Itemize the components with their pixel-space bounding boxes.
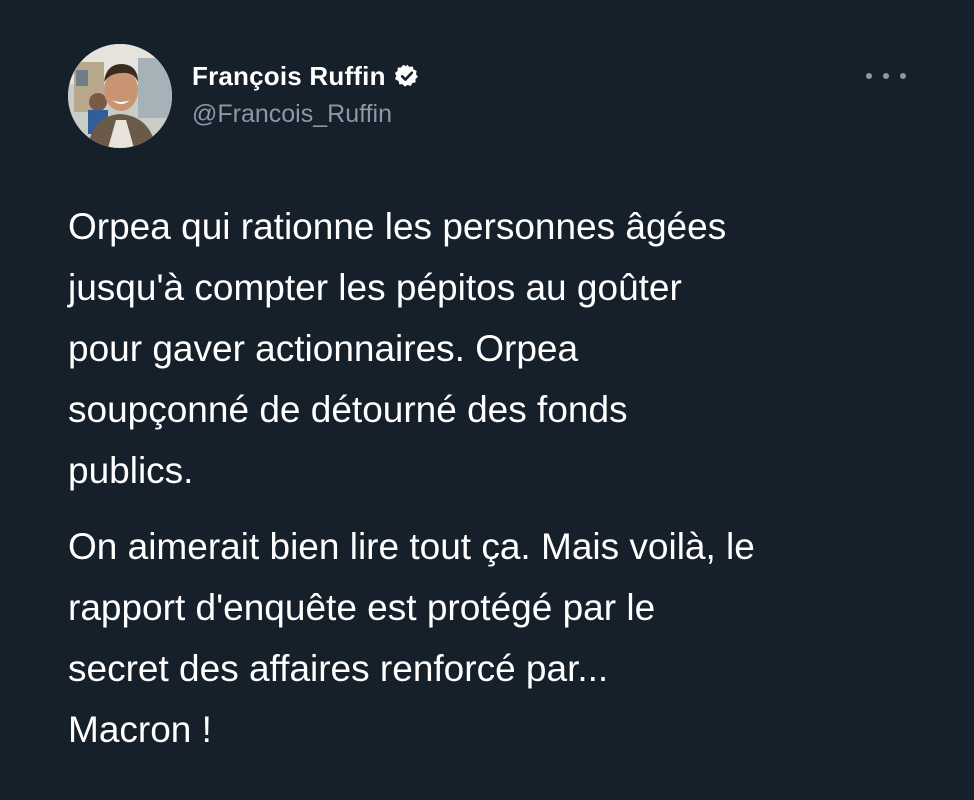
author-info: François Ruffin @Francois_Ruffin [192, 60, 420, 129]
verified-badge-icon [394, 63, 420, 89]
tweet-line: publics. [68, 450, 194, 491]
name-row: François Ruffin [192, 60, 420, 92]
tweet-line: secret des affaires renforcé par... [68, 648, 609, 689]
more-dot [866, 73, 872, 79]
tweet-line: rapport d'enquête est protégé par le [68, 587, 656, 628]
tweet-paragraph: On aimerait bien lire tout ça. Mais voil… [68, 516, 928, 760]
more-dot [883, 73, 889, 79]
tweet-header: François Ruffin @Francois_Ruffin [68, 44, 914, 148]
tweet-line: soupçonné de détourné des fonds [68, 389, 628, 430]
tweet-line: jusqu'à compter les pépitos au goûter [68, 267, 682, 308]
tweet-paragraph: Orpea qui rationne les personnes âgées j… [68, 196, 928, 501]
tweet-line: Orpea qui rationne les personnes âgées [68, 206, 727, 247]
tweet-line: pour gaver actionnaires. Orpea [68, 328, 579, 369]
avatar[interactable] [68, 44, 172, 148]
tweet-text: Orpea qui rationne les personnes âgées j… [68, 196, 928, 760]
profile-photo-icon [68, 44, 172, 148]
tweet-line: On aimerait bien lire tout ça. Mais voil… [68, 526, 755, 567]
more-options-icon[interactable] [866, 66, 906, 86]
tweet-line: Macron ! [68, 709, 212, 750]
user-handle[interactable]: @Francois_Ruffin [192, 100, 420, 129]
more-dot [900, 73, 906, 79]
tweet-card: François Ruffin @Francois_Ruffin Orpea q… [0, 0, 974, 800]
display-name[interactable]: François Ruffin [192, 61, 386, 92]
